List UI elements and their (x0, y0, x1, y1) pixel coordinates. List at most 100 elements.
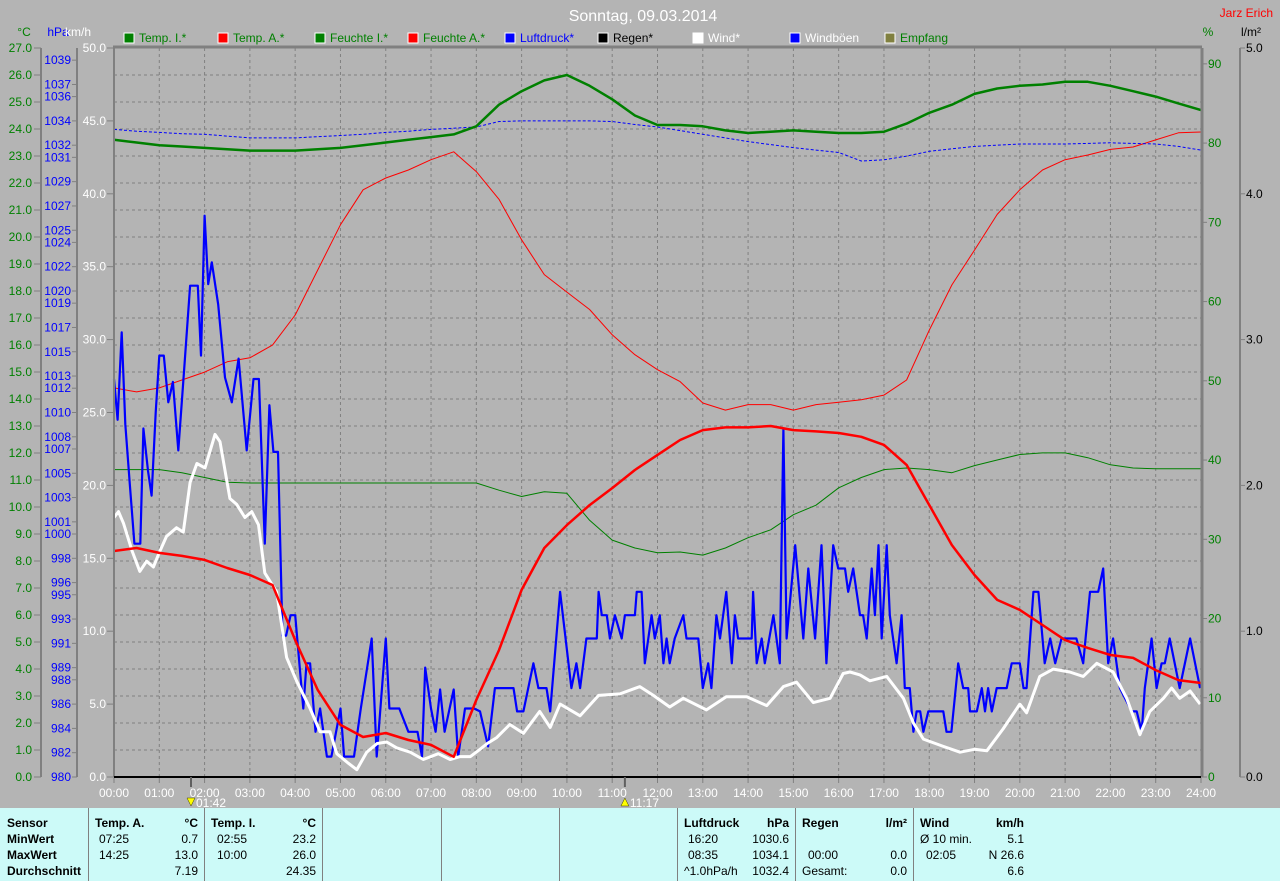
wind-axis-unit: km/h (65, 25, 91, 39)
legend-label: Windböen (805, 31, 859, 45)
pressure-tick-label: 986 (51, 697, 71, 711)
pressure-tick-label: 984 (51, 721, 71, 735)
weather-chart: Sonntag, 09.03.2014 Jarz Erich Temp. I.*… (9, 6, 1273, 808)
temp-tick-label: 11.0 (10, 473, 33, 487)
temp-axis-unit: °C (17, 25, 31, 39)
x-tick-label: 14:00 (733, 786, 763, 800)
pressure-tick-label: 991 (51, 636, 71, 650)
marker-label: 11:17 (630, 796, 659, 808)
temp-tick-label: 26.0 (9, 68, 33, 82)
pressure-tick-label: 982 (51, 746, 71, 760)
luftdruck-min-value: 1030.6 (752, 832, 789, 846)
x-tick-label: 01:00 (144, 786, 174, 800)
x-tick-label: 19:00 (960, 786, 990, 800)
pressure-tick-label: 1020 (44, 284, 71, 298)
pressure-tick-label: 1015 (44, 345, 71, 359)
wind-tick-label: 30.0 (83, 333, 107, 347)
pressure-tick-label: 995 (51, 588, 71, 602)
x-tick-label: 07:00 (416, 786, 446, 800)
x-tick-label: 24:00 (1186, 786, 1216, 800)
legend-swatch (597, 32, 609, 44)
wind-tick-label: 25.0 (83, 406, 107, 420)
humidity-tick-label: 0 (1208, 770, 1215, 784)
luftdruck-header: Luftdruck (684, 816, 740, 830)
humidity-tick-label: 40 (1208, 453, 1222, 467)
temp-tick-label: 5.0 (15, 635, 32, 649)
temp-tick-label: 21.0 (9, 203, 33, 217)
humidity-tick-label: 60 (1208, 295, 1222, 309)
author-label: Jarz Erich (1220, 6, 1273, 20)
temp-tick-label: 8.0 (15, 554, 32, 568)
pressure-tick-label: 1031 (44, 150, 71, 164)
x-tick-label: 17:00 (869, 786, 899, 800)
temp-tick-label: 27.0 (9, 41, 33, 55)
rain-tick-label: 5.0 (1246, 41, 1263, 55)
legend-label: Wind* (708, 31, 740, 45)
humidity-tick-label: 30 (1208, 532, 1222, 546)
legend-swatch (789, 32, 801, 44)
temp-tick-label: 3.0 (15, 689, 32, 703)
pressure-tick-label: 1019 (44, 296, 71, 310)
temp-tick-label: 13.0 (9, 419, 33, 433)
regen-unit: l/m² (885, 816, 907, 830)
temp-tick-label: 25.0 (9, 95, 33, 109)
legend-swatch (504, 32, 516, 44)
legend-swatch (314, 32, 326, 44)
luftdruck-max-time: 08:35 (688, 848, 719, 862)
pressure-tick-label: 988 (51, 673, 71, 687)
temp-tick-label: 22.0 (9, 176, 33, 190)
temp-a-header: Temp. A. (95, 816, 145, 830)
temp-a-unit: °C (184, 816, 198, 830)
legend-swatch (884, 32, 896, 44)
pressure-tick-label: 993 (51, 612, 71, 626)
humidity-axis-unit: % (1203, 25, 1214, 39)
wind-avg10-label: Ø 10 min. (920, 832, 973, 846)
pressure-tick-label: 1032 (44, 138, 71, 152)
summary-col-wind: Wind km/h Ø 10 min. 5.1 02:05 N 26.6 6.6 (914, 808, 1032, 881)
temp-a-min-time: 07:25 (99, 832, 130, 846)
pressure-tick-label: 1037 (44, 77, 71, 91)
humidity-tick-label: 50 (1208, 374, 1222, 388)
temp-tick-label: 23.0 (9, 149, 33, 163)
x-tick-label: 22:00 (1095, 786, 1125, 800)
rain-tick-label: 3.0 (1246, 333, 1263, 347)
pressure-tick-label: 1039 (44, 53, 71, 67)
legend-label: Luftdruck* (520, 31, 574, 45)
legend-swatch (407, 32, 419, 44)
summary-col-empty-2 (442, 808, 560, 881)
pressure-tick-label: 1022 (44, 260, 71, 274)
wind-max-value: N 26.6 (988, 848, 1024, 862)
x-tick-label: 21:00 (1050, 786, 1080, 800)
luftdruck-min-time: 16:20 (688, 832, 719, 846)
humidity-tick-label: 70 (1208, 215, 1222, 229)
summary-table: Sensor MinWert MaxWert Durchschnitt Temp… (0, 808, 1280, 881)
summary-col-sensor: Sensor MinWert MaxWert Durchschnitt (0, 808, 89, 881)
regen-total-value: 0.0 (890, 864, 907, 878)
wind-tick-label: 40.0 (83, 187, 107, 201)
wind-tick-label: 5.0 (89, 697, 106, 711)
pressure-tick-label: 1008 (44, 430, 71, 444)
legend-label: Temp. A.* (233, 31, 285, 45)
row-label-avg: Durchschnitt (7, 864, 82, 878)
row-label-max: MaxWert (7, 848, 57, 862)
pressure-tick-label: 989 (51, 661, 71, 675)
x-tick-label: 06:00 (371, 786, 401, 800)
temp-tick-label: 14.0 (9, 392, 33, 406)
x-tick-label: 08:00 (461, 786, 491, 800)
pressure-tick-label: 1007 (44, 442, 71, 456)
temp-tick-label: 24.0 (9, 122, 33, 136)
pressure-tick-label: 1025 (44, 223, 71, 237)
chart-legend: Temp. I.* Temp. A.* Feuchte I.* Feuchte A.*… (123, 31, 948, 45)
luftdruck-unit: hPa (766, 816, 789, 830)
summary-col-empty-3 (560, 808, 678, 881)
wind-avg-value: 6.6 (1007, 864, 1024, 878)
temp-tick-label: 4.0 (15, 662, 32, 676)
summary-col-empty-1 (323, 808, 442, 881)
wind-avg10-value: 5.1 (1007, 832, 1024, 846)
humidity-tick-label: 80 (1208, 136, 1222, 150)
wind-tick-label: 35.0 (83, 260, 107, 274)
x-tick-label: 03:00 (235, 786, 265, 800)
temp-tick-label: 18.0 (9, 284, 33, 298)
wind-tick-label: 50.0 (83, 41, 107, 55)
luftdruck-avg-value: 1032.4 (752, 864, 789, 878)
